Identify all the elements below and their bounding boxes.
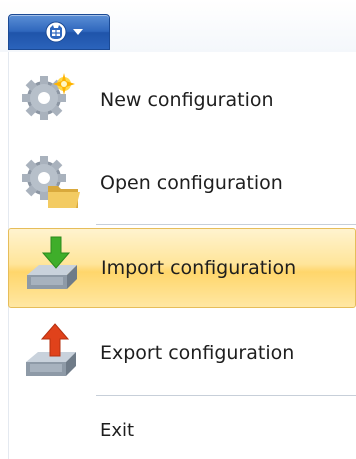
export-tray-icon	[26, 323, 76, 376]
app-logo-icon	[45, 21, 67, 43]
menu-item-label: Import configuration	[101, 257, 297, 279]
import-tray-icon	[27, 236, 77, 289]
menu-item-new-configuration[interactable]: New configuration	[8, 62, 356, 138]
gear-new-icon	[22, 73, 75, 120]
menu-separator	[96, 224, 356, 225]
menu-item-export-configuration[interactable]: Export configuration	[8, 314, 356, 392]
ribbon-bar	[0, 0, 356, 53]
gear-folder-icon	[22, 156, 80, 208]
menu-item-label: Exit	[100, 420, 135, 441]
application-menu-button[interactable]	[8, 14, 110, 50]
menu-item-exit[interactable]: Exit	[8, 402, 356, 454]
menu-separator	[96, 395, 356, 396]
menu-item-label: Open configuration	[100, 172, 283, 194]
menu-item-open-configuration[interactable]: Open configuration	[8, 142, 356, 222]
menu-item-label: New configuration	[100, 89, 274, 111]
chevron-down-icon	[73, 29, 83, 35]
menu-item-import-configuration[interactable]: Import configuration	[8, 228, 356, 308]
menu-item-label: Export configuration	[100, 342, 295, 364]
application-menu-screen: New configuration Open configuration Imp…	[0, 0, 356, 459]
application-menu-panel: New configuration Open configuration Imp…	[0, 52, 356, 459]
